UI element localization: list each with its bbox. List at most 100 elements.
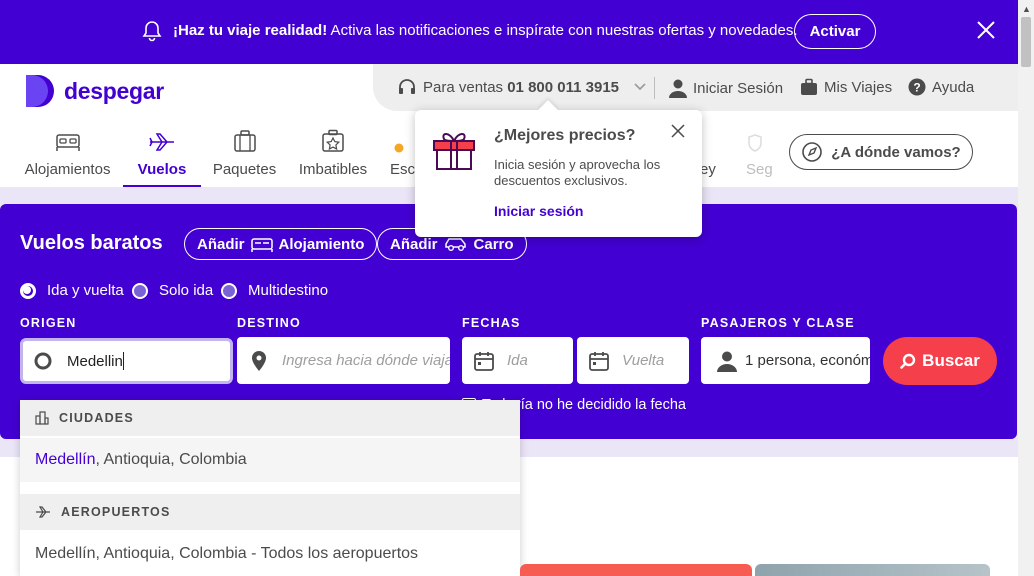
divider (654, 77, 655, 99)
scrollbar[interactable]: ▲ (1018, 0, 1034, 576)
radio-selected-icon (20, 282, 36, 299)
radio-icon (221, 282, 237, 299)
city-option-rest: , Antioquia, Colombia (95, 451, 247, 468)
promo-card[interactable] (520, 564, 752, 576)
add-lodging-button[interactable]: Añadir Alojamiento (184, 228, 378, 260)
calendar-icon (474, 351, 494, 371)
dates-label: FECHAS (462, 316, 521, 330)
help-label: Ayuda (932, 78, 975, 96)
airplane-icon (148, 125, 176, 153)
scrollbar-thumb[interactable] (1021, 17, 1031, 67)
suitcase-icon (801, 78, 817, 95)
login-label: Iniciar Sesión (693, 79, 784, 97)
user-icon (717, 351, 737, 372)
sales-phone[interactable]: Para ventas 01 800 011 3915 (397, 78, 647, 96)
search-icon (900, 353, 916, 369)
logo[interactable]: despegar (24, 74, 164, 108)
passengers-field[interactable]: 1 persona, económica (701, 337, 870, 384)
departure-date-input[interactable]: Ida (507, 352, 528, 369)
radio-round-trip[interactable]: Ida y vuelta (20, 282, 124, 299)
where-to-go-button[interactable]: ¿A dónde vamos? (789, 134, 973, 170)
banner-message-text: Activa las notificaciones e inspírate co… (327, 22, 798, 39)
cities-header: CIUDADES (20, 400, 520, 436)
tab-vuelos[interactable]: Vuelos (123, 125, 201, 187)
promo-card-image[interactable] (755, 564, 990, 576)
origin-label: ORIGEN (20, 316, 77, 330)
radio-label: Multidestino (248, 282, 329, 299)
popover-title: ¿Mejores precios? (494, 127, 636, 144)
top-utility-bar: Para ventas 01 800 011 3915 Iniciar Sesi… (373, 64, 1018, 111)
radio-multi-destination[interactable]: Multidestino (221, 282, 328, 299)
close-icon[interactable] (976, 20, 996, 45)
city-icon (35, 411, 49, 425)
logo-text: despegar (64, 77, 164, 104)
where-to-go-label: ¿A dónde vamos? (831, 143, 961, 161)
svg-text:?: ? (913, 81, 920, 95)
tab-label: Paquetes (212, 161, 277, 178)
my-trips-label: Mis Viajes (824, 78, 893, 96)
compass-icon (802, 142, 823, 162)
calendar-icon (589, 351, 609, 371)
origin-input[interactable]: Medellin (67, 353, 123, 370)
tab-label: Seg (746, 161, 773, 178)
airports-header: AEROPUERTOS (20, 494, 520, 530)
popover-body: Inicia sesión y aprovecha los descuentos… (494, 157, 661, 188)
help-icon: ? (908, 78, 926, 96)
scroll-up-icon[interactable]: ▲ (1022, 4, 1031, 14)
passengers-label: PASAJEROS Y CLASE (701, 316, 855, 330)
tab-paquetes[interactable]: Paquetes (213, 125, 276, 187)
search-button[interactable]: Buscar (883, 337, 997, 385)
tab-escapadas[interactable]: Esc (390, 125, 416, 187)
my-trips-link[interactable]: Mis Viajes (800, 78, 892, 96)
chevron-down-icon (634, 83, 646, 91)
tab-alojamientos[interactable]: Alojamientos (25, 125, 110, 187)
activate-notifications-button[interactable]: Activar (794, 14, 876, 49)
tab-label: ey (700, 161, 716, 178)
radio-one-way[interactable]: Solo ida (132, 282, 213, 299)
city-option[interactable]: Medellín, Antioquia, Colombia (20, 438, 520, 482)
bed-icon (250, 238, 273, 252)
search-title: Vuelos baratos (20, 232, 163, 254)
origin-field[interactable]: Medellin (20, 338, 233, 384)
passengers-value[interactable]: 1 persona, económica (745, 352, 870, 369)
departure-date-field[interactable]: Ida (462, 337, 573, 384)
popover-login-link[interactable]: Iniciar sesión (494, 203, 583, 219)
bed-icon (55, 125, 81, 153)
headset-icon (399, 79, 415, 94)
add-car-prefix: Añadir (390, 235, 438, 253)
origin-autocomplete: CIUDADES Medellín, Antioquia, Colombia A… (20, 400, 520, 576)
tab-label: Imbatibles (298, 161, 368, 178)
search-button-label: Buscar (922, 351, 980, 370)
airport-option[interactable]: Medellín, Antioquia, Colombia - Todos lo… (20, 532, 520, 576)
airplane-icon (36, 506, 50, 518)
logo-icon (26, 75, 54, 107)
notification-banner: ¡Haz tu viaje realidad! Activa las notif… (0, 0, 1018, 64)
shield-icon (746, 125, 764, 153)
add-lodging-label: Alojamiento (278, 235, 365, 253)
return-date-input[interactable]: Vuelta (622, 352, 664, 369)
origin-circle-icon (34, 352, 52, 370)
banner-message: ¡Haz tu viaje realidad! Activa las notif… (173, 22, 798, 39)
login-link[interactable]: Iniciar Sesión (669, 78, 783, 98)
car-icon (444, 238, 466, 251)
radio-label: Ida y vuelta (47, 282, 124, 299)
airports-header-label: AEROPUERTOS (61, 505, 171, 519)
bell-icon (142, 20, 162, 47)
location-pin-icon (252, 350, 266, 371)
help-link[interactable]: ? Ayuda (908, 78, 974, 96)
tab-money[interactable]: ey (700, 125, 718, 187)
tab-imbatibles[interactable]: Imbatibles (298, 125, 368, 187)
close-icon[interactable] (671, 124, 685, 143)
radio-label: Solo ida (159, 282, 214, 299)
cities-header-label: CIUDADES (59, 411, 134, 425)
user-icon (669, 79, 687, 98)
better-prices-popover: ¿Mejores precios? Inicia sesión y aprove… (415, 100, 702, 237)
tab-label: Alojamientos (24, 161, 111, 178)
return-date-field[interactable]: Vuelta (577, 337, 689, 384)
destination-field[interactable]: Ingresa hacia dónde viajas (237, 337, 450, 384)
destination-label: DESTINO (237, 316, 301, 330)
sales-label: Para ventas (423, 78, 504, 96)
tab-seguros[interactable]: Seg (746, 125, 774, 187)
destination-input[interactable]: Ingresa hacia dónde viajas (282, 352, 450, 369)
badge-dot (390, 125, 404, 153)
